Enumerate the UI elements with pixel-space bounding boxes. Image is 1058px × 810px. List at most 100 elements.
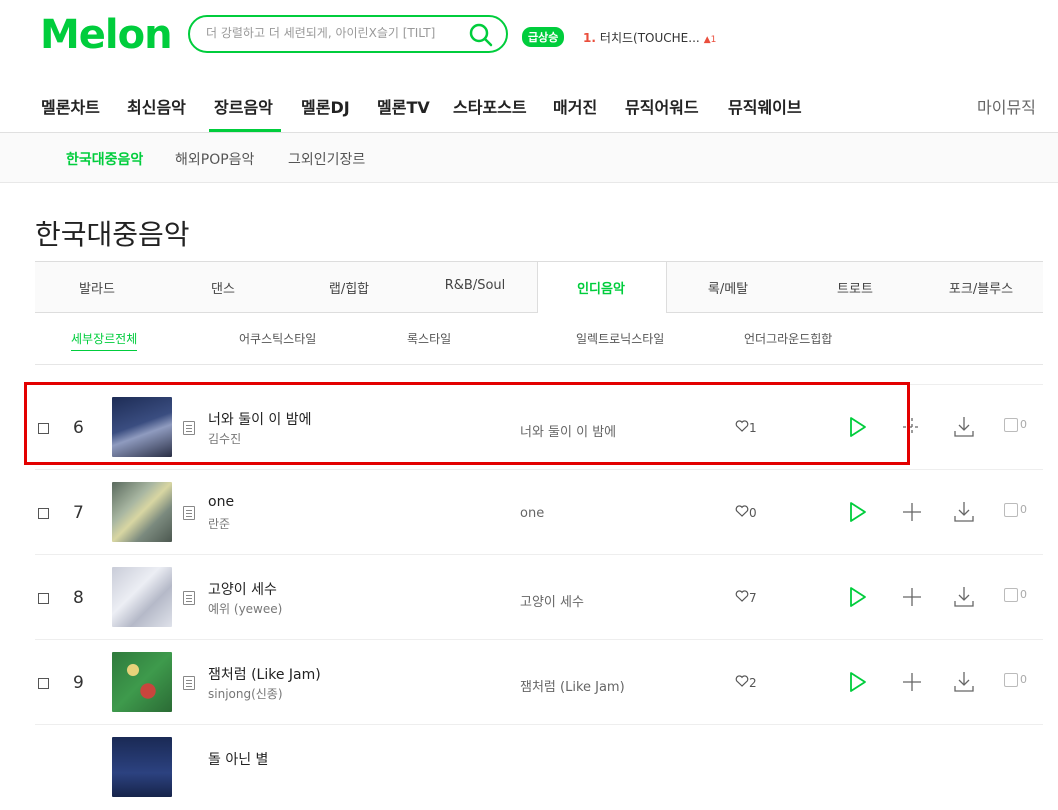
play-button[interactable] xyxy=(848,501,868,527)
row-checkbox[interactable] xyxy=(38,593,49,604)
download-icon xyxy=(954,502,974,522)
add-button[interactable] xyxy=(901,671,923,697)
add-icon xyxy=(903,588,921,606)
subgenre-acoustic[interactable]: 어쿠스틱스타일 xyxy=(239,330,316,347)
like-count: 7 xyxy=(749,591,757,605)
search-input[interactable] xyxy=(204,25,463,41)
download-button[interactable] xyxy=(953,670,975,698)
subnav-item-korean[interactable]: 한국대중음악 xyxy=(66,149,143,169)
page-title: 한국대중음악 xyxy=(35,218,190,251)
divider xyxy=(35,364,1043,365)
mv-icon xyxy=(1004,673,1018,687)
play-button[interactable] xyxy=(848,671,868,697)
subgenre-electronic[interactable]: 일렉트로닉스타일 xyxy=(576,330,664,347)
tab-trot[interactable]: 트로트 xyxy=(837,278,873,297)
album-art[interactable] xyxy=(112,567,172,627)
main-nav: 멜론차트 최신음악 장르음악 멜론DJ 멜론TV 스타포스트 매거진 뮤직어워드… xyxy=(0,80,1058,133)
lyrics-icon[interactable] xyxy=(183,676,195,690)
download-button[interactable] xyxy=(953,585,975,613)
heart-icon xyxy=(735,505,749,517)
like-button[interactable]: 2 xyxy=(735,675,757,690)
subgenre-all[interactable]: 세부장르전체 xyxy=(71,330,138,351)
rank-number: 8 xyxy=(73,588,84,608)
tab-hiphop[interactable]: 랩/힙합 xyxy=(329,278,369,297)
add-icon xyxy=(903,503,921,521)
song-title[interactable]: 돌 아닌 별 xyxy=(208,749,268,769)
mv-button[interactable]: 0 xyxy=(1004,418,1027,432)
download-icon xyxy=(954,587,974,607)
subnav-item-pop[interactable]: 해외POP음악 xyxy=(175,149,254,169)
realtime-rank[interactable]: 1. 터치드(TOUCHE... ▲1 xyxy=(583,29,716,46)
subgenre-rock[interactable]: 록스타일 xyxy=(407,330,451,347)
mv-icon xyxy=(1004,588,1018,602)
search-box[interactable] xyxy=(188,15,508,53)
tab-dance[interactable]: 댄스 xyxy=(211,278,235,297)
lyrics-icon[interactable] xyxy=(183,506,195,520)
nav-item-new[interactable]: 최신음악 xyxy=(127,94,186,118)
mv-button[interactable]: 0 xyxy=(1004,588,1027,602)
nav-item-wave[interactable]: 뮤직웨이브 xyxy=(728,94,802,118)
song-title[interactable]: 잼처럼 (Like Jam) xyxy=(208,664,321,684)
tab-indie[interactable]: 인디음악 xyxy=(577,278,625,297)
nav-item-mymusic[interactable]: 마이뮤직 xyxy=(977,94,1036,118)
song-row: 돌 아닌 별 xyxy=(35,724,1043,810)
tab-ballad[interactable]: 발라드 xyxy=(79,278,115,297)
row-checkbox[interactable] xyxy=(38,508,49,519)
album-art[interactable] xyxy=(112,652,172,712)
lyrics-icon[interactable] xyxy=(183,591,195,605)
add-button[interactable] xyxy=(901,501,923,527)
melon-logo[interactable]: Melon xyxy=(40,12,173,58)
download-button[interactable] xyxy=(953,415,975,443)
mv-count: 0 xyxy=(1020,503,1027,516)
album-name[interactable]: one xyxy=(520,506,544,521)
like-button[interactable]: 0 xyxy=(735,505,757,520)
album-name[interactable]: 잼처럼 (Like Jam) xyxy=(520,676,625,695)
selection-highlight xyxy=(24,382,910,465)
genre-subnav: 한국대중음악 해외POP음악 그외인기장르 xyxy=(0,133,1058,183)
song-row: 9 잼처럼 (Like Jam) sinjong(신종) 잼처럼 (Like J… xyxy=(35,639,1043,725)
artist-name[interactable]: 란준 xyxy=(208,515,230,532)
nav-item-award[interactable]: 뮤직어워드 xyxy=(625,94,699,118)
play-icon xyxy=(850,672,866,692)
album-art[interactable] xyxy=(112,482,172,542)
subnav-item-other[interactable]: 그외인기장르 xyxy=(288,149,365,169)
nav-active-indicator xyxy=(209,129,281,132)
tab-folk[interactable]: 포크/블루스 xyxy=(949,278,1013,297)
rank-title[interactable]: 터치드(TOUCHE... xyxy=(600,31,700,45)
add-icon xyxy=(903,673,921,691)
artist-name[interactable]: sinjong(신종) xyxy=(208,685,283,702)
play-button[interactable] xyxy=(848,586,868,612)
like-count: 2 xyxy=(749,676,757,690)
mv-count: 0 xyxy=(1020,588,1027,601)
download-button[interactable] xyxy=(953,500,975,528)
tab-rock[interactable]: 록/메탈 xyxy=(708,278,748,297)
rank-number: 7 xyxy=(73,503,84,523)
album-name[interactable]: 고양이 세수 xyxy=(520,591,584,610)
nav-item-chart[interactable]: 멜론차트 xyxy=(41,94,100,118)
song-row: 8 고양이 세수 예위 (yewee) 고양이 세수 7 0 xyxy=(35,554,1043,640)
row-checkbox[interactable] xyxy=(38,678,49,689)
tab-rnb[interactable]: R&B/Soul xyxy=(445,278,506,293)
mv-button[interactable]: 0 xyxy=(1004,503,1027,517)
subgenre-underground[interactable]: 언더그라운드힙합 xyxy=(744,330,832,347)
nav-item-magazine[interactable]: 매거진 xyxy=(553,94,597,118)
nav-item-starpost[interactable]: 스타포스트 xyxy=(453,94,527,118)
nav-item-dj[interactable]: 멜론DJ xyxy=(301,94,350,118)
song-row: 7 one 란준 one 0 0 xyxy=(35,469,1043,555)
heart-icon xyxy=(735,675,749,687)
artist-name[interactable]: 예위 (yewee) xyxy=(208,600,282,617)
mv-icon xyxy=(1004,503,1018,517)
song-title[interactable]: one xyxy=(208,494,234,510)
song-title[interactable]: 고양이 세수 xyxy=(208,579,277,599)
rank-up-indicator: ▲1 xyxy=(703,35,717,45)
album-art[interactable] xyxy=(112,737,172,797)
nav-item-genre[interactable]: 장르음악 xyxy=(214,94,273,118)
add-button[interactable] xyxy=(901,586,923,612)
rank-number: 1. xyxy=(583,31,596,45)
like-button[interactable]: 7 xyxy=(735,590,757,605)
genre-tabs: 발라드 댄스 랩/힙합 R&B/Soul 인디음악 록/메탈 트로트 포크/블루… xyxy=(35,261,1043,313)
play-icon xyxy=(850,502,866,522)
search-icon[interactable] xyxy=(468,22,494,52)
nav-item-tv[interactable]: 멜론TV xyxy=(377,94,430,118)
mv-button[interactable]: 0 xyxy=(1004,673,1027,687)
